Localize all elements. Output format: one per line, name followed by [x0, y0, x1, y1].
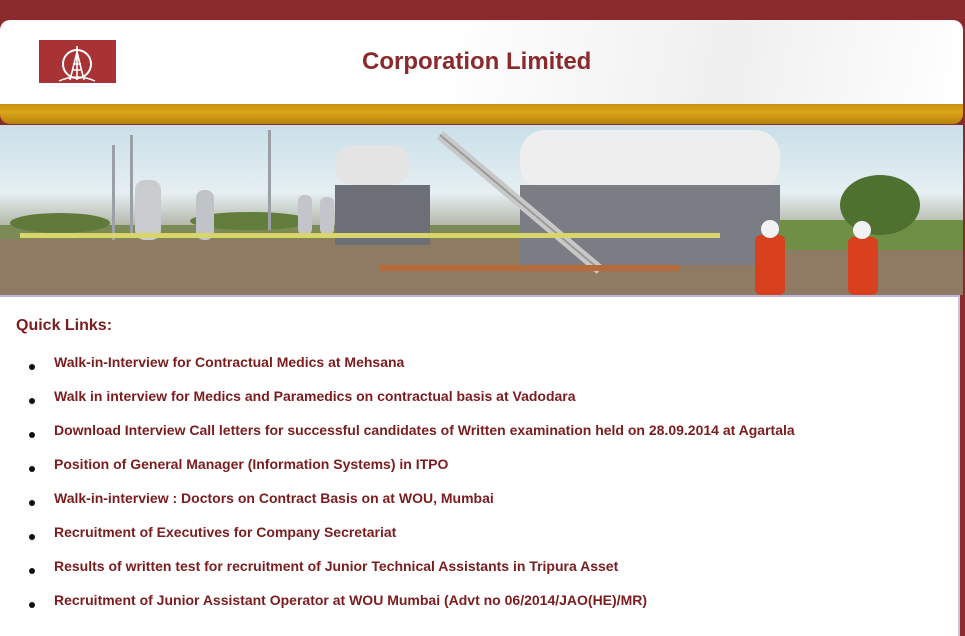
site-header: Corporation Limited [0, 20, 963, 106]
quick-link[interactable]: Walk-in-Interview for Contractual Medics… [54, 354, 404, 370]
oil-field-banner-image [0, 125, 963, 295]
bullet-icon [29, 466, 35, 472]
header-gold-band [0, 104, 963, 124]
quick-link[interactable]: Walk in interview for Medics and Paramed… [54, 388, 576, 404]
quick-link[interactable]: Download Interview Call letters for succ… [54, 422, 795, 438]
main-content: Quick Links: Walk-in-Interview for Contr… [0, 295, 960, 636]
top-bar [0, 0, 965, 22]
quick-link[interactable]: Recruitment of Junior Assistant Operator… [54, 592, 647, 608]
quick-link[interactable]: Results of written test for recruitment … [54, 558, 618, 574]
page-title: Corporation Limited [362, 48, 592, 75]
bullet-icon [29, 500, 35, 506]
quick-link[interactable]: Recruitment of Executives for Company Se… [54, 524, 396, 540]
bullet-icon [29, 432, 35, 438]
quick-link[interactable]: Position of General Manager (Information… [54, 456, 448, 472]
bullet-icon [29, 364, 35, 370]
quick-links-heading: Quick Links: [16, 317, 113, 334]
bullet-icon [29, 398, 35, 404]
bullet-icon [29, 534, 35, 540]
bullet-icon [29, 568, 35, 574]
quick-link[interactable]: Walk-in-interview : Doctors on Contract … [54, 490, 494, 506]
bullet-icon [29, 602, 35, 608]
ongc-logo-icon[interactable] [39, 40, 116, 83]
